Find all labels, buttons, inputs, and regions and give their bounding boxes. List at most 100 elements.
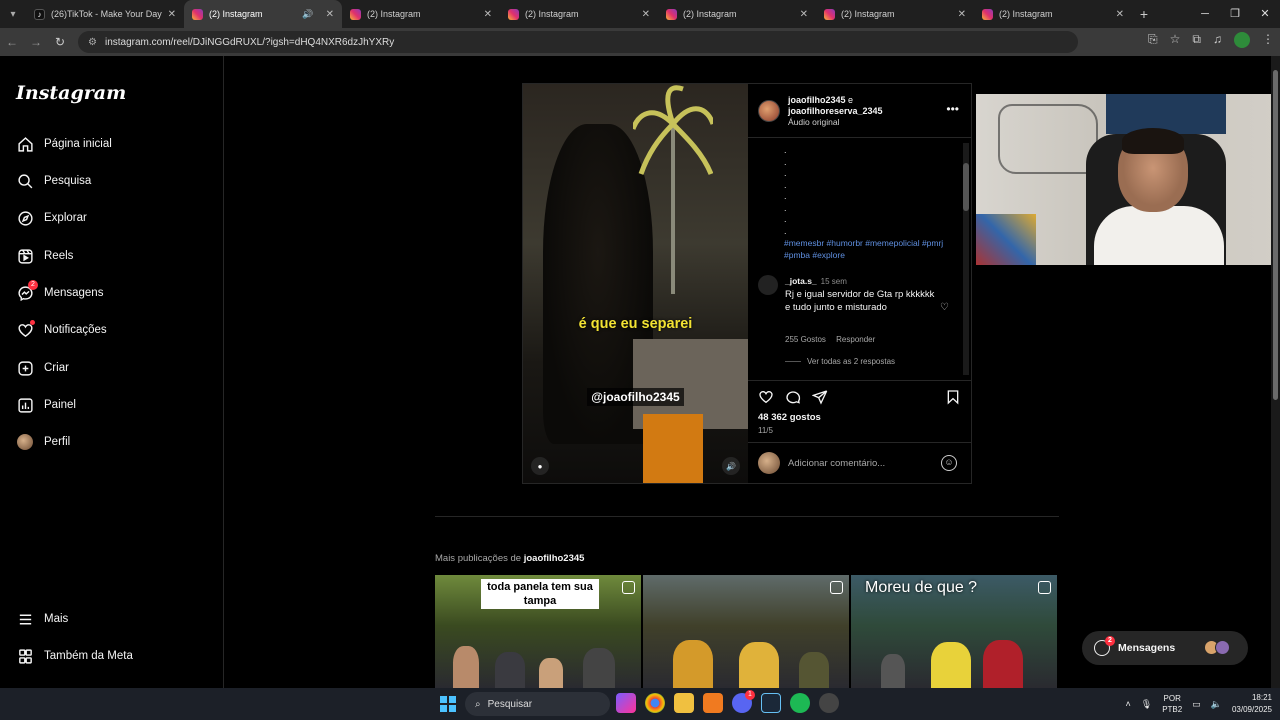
profile-avatar[interactable] [1234,32,1250,48]
close-icon[interactable]: ✕ [168,9,176,20]
chrome-icon[interactable] [645,693,665,713]
back-icon[interactable]: ← [0,35,24,49]
display-icon[interactable]: ▭ [1192,699,1201,710]
file-explorer-icon[interactable] [674,693,694,713]
sidebar-item-reels[interactable]: Reels [16,244,73,268]
sidebar-item-profile[interactable]: Perfil [16,430,70,454]
speaker-icon[interactable]: 🔊 [302,9,313,20]
close-icon[interactable]: ✕ [642,9,650,20]
copilot-icon[interactable] [616,693,636,713]
language-indicator[interactable]: POR PTB2 [1162,693,1182,715]
microphone-icon[interactable]: 🎙 [1141,699,1152,710]
sidebar-item-create[interactable]: Criar [16,356,69,380]
steam-icon[interactable] [761,693,781,713]
more-posts-username[interactable]: joaofilho2345 [524,553,585,564]
kebab-menu-icon[interactable]: ⋮ [1262,32,1274,48]
tab-instagram[interactable]: (2) Instagram ✕ [816,0,974,28]
post-date: 11/5 [758,426,773,435]
tagged-user-icon[interactable]: ● [531,457,549,475]
comment-bubble-icon[interactable] [785,389,801,410]
instagram-sidebar: Instagram Página inicial Pesquisa Explor… [0,56,224,688]
warning-app-icon[interactable] [703,693,723,713]
sidebar-item-home[interactable]: Página inicial [16,132,112,156]
volume-icon[interactable]: 🔈 [1211,699,1222,710]
reload-icon[interactable]: ↻ [48,35,72,49]
notification-dot [30,320,35,325]
window-controls: ─ ❐ ✕ [1190,0,1280,28]
new-tab-button[interactable]: + [1132,6,1156,22]
obs-icon[interactable] [819,693,839,713]
post-thumbnail[interactable]: Moreu de que ? [851,575,1057,688]
close-icon[interactable]: ✕ [1116,9,1124,20]
tab-instagram[interactable]: (2) Instagram ✕ [658,0,816,28]
compass-icon [16,209,34,227]
sidebar-item-more[interactable]: Mais [16,607,68,631]
sidebar-item-dashboard[interactable]: Painel [16,393,76,417]
tab-instagram[interactable]: (2) Instagram ✕ [342,0,500,28]
tab-instagram[interactable]: (2) Instagram ✕ [500,0,658,28]
video-palm-tree [633,85,713,294]
messages-floating-button[interactable]: 2 Mensagens [1082,631,1248,665]
likes-count[interactable]: 48 362 gostos [758,412,821,423]
install-app-icon[interactable]: ⎘ [1148,32,1158,48]
clock[interactable]: 18:21 03/09/2025 [1232,692,1272,716]
discord-icon[interactable]: 1 [732,690,755,713]
volume-icon[interactable]: 🔊 [722,457,740,475]
comment-input[interactable]: Adicionar comentário... [788,458,885,469]
spotify-icon[interactable] [790,693,810,713]
instagram-logo[interactable]: Instagram [16,82,126,104]
like-heart-icon[interactable] [758,389,774,410]
scrollbar-thumb[interactable] [963,163,969,211]
author-username[interactable]: joaofilho2345 [788,95,846,105]
view-replies-link[interactable]: Ver todas as 2 respostas [785,357,895,366]
comments-scrollbar[interactable] [963,143,969,375]
close-icon[interactable]: ✕ [484,9,492,20]
tab-instagram[interactable]: (2) Instagram ✕ [974,0,1132,28]
sidebar-item-search[interactable]: Pesquisa [16,169,91,193]
chevron-up-icon[interactable]: ˄ [1126,699,1131,709]
minimize-icon[interactable]: ─ [1190,0,1220,28]
page-scrollbar[interactable] [1271,56,1280,688]
sidebar-item-explore[interactable]: Explorar [16,206,87,230]
close-window-icon[interactable]: ✕ [1250,0,1280,28]
url-bar[interactable]: ⚙ instagram.com/reel/DJiNGGdRUXL/?igsh=d… [78,31,1078,53]
comment-likes[interactable]: 255 Gostos [785,335,826,344]
hashtags[interactable]: #memesbr #humorbr #memepolicial #pmrj #p… [784,237,949,261]
author-avatar[interactable] [758,100,780,122]
post-thumbnail[interactable]: toda panela tem sua tampa [435,575,641,688]
comment-like-icon[interactable]: ♡ [940,302,949,313]
windows-start-icon[interactable] [440,696,456,712]
sidebar-item-notifications[interactable]: Notificações [16,318,107,342]
post-thumbnail[interactable] [643,575,849,688]
media-control-icon[interactable]: ♫ [1213,32,1222,48]
tab-instagram-active[interactable]: (2) Instagram 🔊 ✕ [184,0,342,28]
audio-link[interactable]: Áudio original [788,117,840,127]
tab-search-icon[interactable]: ▾ [0,0,26,28]
sidebar-item-meta[interactable]: Também da Meta [16,644,133,668]
emoji-icon[interactable]: ☺ [941,455,957,471]
save-bookmark-icon[interactable] [945,389,961,410]
collab-username[interactable]: joaofilhoreserva_2345 [788,106,883,116]
more-options-icon[interactable]: ••• [946,102,959,116]
close-icon[interactable]: ✕ [958,9,966,20]
messages-label: Mensagens [1118,642,1176,654]
commenter-avatar[interactable] [758,275,778,295]
taskbar-search[interactable]: ⌕ Pesquisar [465,692,610,716]
close-icon[interactable]: ✕ [800,9,808,20]
sidebar-item-messages[interactable]: 2 Mensagens [16,280,103,305]
forward-icon[interactable]: → [24,35,48,49]
commenter-username[interactable]: _jota.s_ [785,276,817,286]
webcam-overlay [976,94,1280,265]
reply-button[interactable]: Responder [836,335,875,344]
description-dots: . . . . . . . . [784,145,787,236]
reel-video[interactable]: é que eu separei @joaofilho2345 ● 🔊 [523,84,748,483]
webcam-person-hair [1122,128,1184,154]
close-icon[interactable]: ✕ [326,9,334,20]
tab-tiktok[interactable]: ♪ (26)TikTok - Make Your Day ✕ [26,0,184,28]
scrollbar-thumb[interactable] [1273,70,1278,400]
share-paper-plane-icon[interactable] [811,389,828,410]
bookmark-star-icon[interactable]: ☆ [1170,32,1181,48]
restore-icon[interactable]: ❐ [1220,0,1250,28]
extensions-icon[interactable]: ⧉ [1192,32,1201,48]
site-info-icon[interactable]: ⚙ [88,37,97,48]
